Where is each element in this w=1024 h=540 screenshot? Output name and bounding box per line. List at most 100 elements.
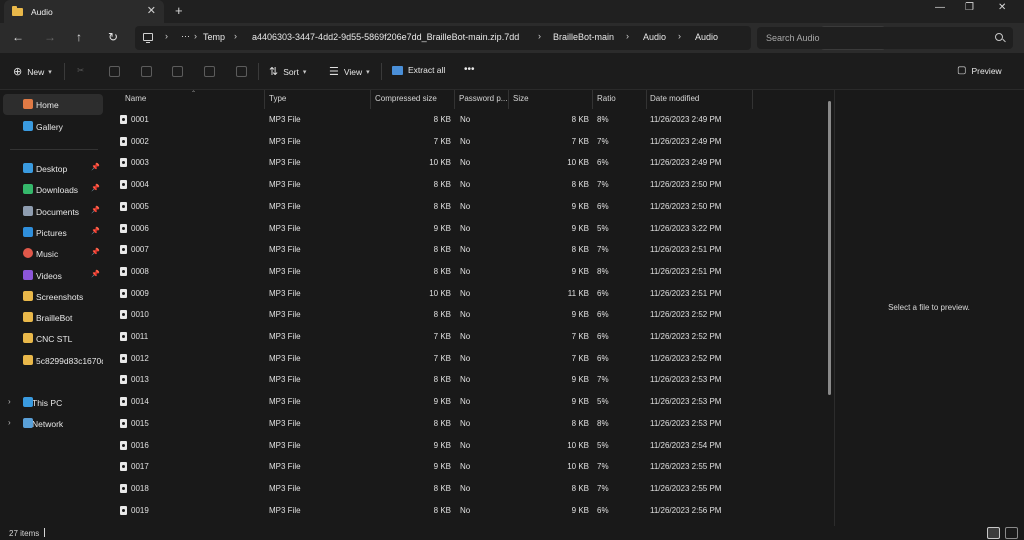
sidebar-item-home[interactable]: Home [3,94,103,115]
view-button[interactable]: ☰ View ▾ [329,65,370,78]
file-row[interactable]: 0014 MP3 File 9 KB No 9 KB 5% 11/26/2023 2:53 … [105,392,832,414]
pin-icon[interactable]: 📌 [91,163,100,171]
sidebar-item-pictures[interactable]: Pictures 📌 [3,222,103,243]
file-row[interactable]: 0013 MP3 File 8 KB No 9 KB 7% 11/26/2023 2:53 … [105,370,832,392]
new-button[interactable]: ⊕ New ▾ [13,65,52,78]
sidebar-item-videos[interactable]: Videos 📌 [3,265,103,286]
chevron-right-icon[interactable]: › [8,397,11,406]
sidebar-item-screenshots[interactable]: Screenshots [3,286,103,307]
file-password: No [460,245,471,255]
column-resize-handle[interactable] [508,90,509,109]
cut-icon[interactable]: ✂ [77,65,84,76]
pin-icon[interactable]: 📌 [91,248,100,256]
more-options-button[interactable]: ••• [464,64,475,75]
up-arrow-icon[interactable]: ↑ [76,30,82,44]
column-header-name[interactable]: Name [125,94,146,103]
sidebar-item-5c8299d83c1670d1[interactable]: 5c8299d83c1670d1 [3,350,103,371]
preview-pane: Select a file to preview. [834,90,1024,526]
search-icon[interactable] [995,33,1003,41]
file-row[interactable]: 0017 MP3 File 9 KB No 10 KB 7% 11/26/2023 2:55… [105,457,832,479]
chevron-right-icon[interactable]: › [8,418,11,427]
sidebar-item-braillebot[interactable]: BrailleBot [3,307,103,328]
sidebar-item-cnc-stl[interactable]: CNC STL [3,328,103,349]
sidebar-item-downloads[interactable]: Downloads 📌 [3,179,103,200]
column-resize-handle[interactable] [752,90,753,109]
column-resize-handle[interactable] [454,90,455,109]
preview-button[interactable]: ▢ Preview [957,65,1002,76]
file-row[interactable]: 0019 MP3 File 8 KB No 9 KB 6% 11/26/2023 2:56 … [105,501,832,523]
file-row[interactable]: 0015 MP3 File 8 KB No 8 KB 8% 11/26/2023 2:53 … [105,414,832,436]
file-row[interactable]: 0005 MP3 File 8 KB No 9 KB 6% 11/26/2023 2:50 … [105,197,832,219]
file-size: 9 KB [571,310,589,320]
file-row[interactable]: 0002 MP3 File 7 KB No 7 KB 7% 11/26/2023 2:49 … [105,132,832,154]
close-tab-icon[interactable]: ✕ [147,4,156,17]
file-date-modified: 11/26/2023 2:55 PM [650,462,722,472]
new-tab-button[interactable]: + [175,3,183,18]
search-input[interactable]: Search Audio [757,27,1013,49]
breadcrumb-temp[interactable]: Temp [203,32,225,42]
column-resize-handle[interactable] [264,90,265,109]
file-row[interactable]: 0009 MP3 File 10 KB No 11 KB 6% 11/26/2023 2:5… [105,284,832,306]
column-header-ratio[interactable]: Ratio [597,94,616,103]
details-view-icon[interactable] [987,527,1000,539]
column-resize-handle[interactable] [592,90,593,109]
file-row[interactable]: 0007 MP3 File 8 KB No 8 KB 7% 11/26/2023 2:51 … [105,240,832,262]
paste-icon[interactable] [141,66,152,77]
pin-icon[interactable]: 📌 [91,227,100,235]
vertical-scrollbar[interactable] [828,101,831,395]
tab-audio[interactable]: Audio ✕ [4,0,164,23]
file-row[interactable]: 0003 MP3 File 10 KB No 10 KB 6% 11/26/2023 2:4… [105,153,832,175]
file-row[interactable]: 0010 MP3 File 8 KB No 9 KB 6% 11/26/2023 2:52 … [105,305,832,327]
sidebar-item-network[interactable]: › Network [3,413,103,434]
breadcrumb[interactable]: › ··· › Temp › a4406303-3447-4dd2-9d55-5… [135,26,885,50]
column-resize-handle[interactable] [370,90,371,109]
column-header-size[interactable]: Size [513,94,529,103]
column-header-date-modified[interactable]: Date modified [650,94,699,103]
refresh-icon[interactable]: ↻ [108,30,118,44]
file-row[interactable]: 0011 MP3 File 7 KB No 7 KB 6% 11/26/2023 2:52 … [105,327,832,349]
audio-file-icon [120,462,127,472]
file-date-modified: 11/26/2023 2:50 PM [650,201,722,211]
column-resize-handle[interactable] [646,90,647,109]
delete-icon[interactable] [236,66,247,77]
column-header-compressed-size[interactable]: Compressed size [375,94,437,103]
breadcrumb-braillebot-main[interactable]: BrailleBot-main [553,32,614,42]
tiles-view-icon[interactable] [1005,527,1018,539]
share-icon[interactable] [204,66,215,77]
file-row[interactable]: 0012 MP3 File 7 KB No 7 KB 6% 11/26/2023 2:52 … [105,349,832,371]
pin-icon[interactable]: 📌 [91,270,100,278]
pin-icon[interactable]: 📌 [91,206,100,214]
file-compressed-size: 8 KB [433,483,451,493]
sidebar-item-documents[interactable]: Documents 📌 [3,201,103,222]
extract-all-button[interactable]: Extract all [392,65,445,75]
column-header-type[interactable]: Type [269,94,286,103]
sidebar-item-desktop[interactable]: Desktop 📌 [3,158,103,179]
file-row[interactable]: 0004 MP3 File 8 KB No 8 KB 7% 11/26/2023 2:50 … [105,175,832,197]
maximize-button[interactable]: ❐ [965,2,974,13]
breadcrumb-audio[interactable]: Audio [643,32,666,42]
forward-arrow-icon[interactable]: → [44,30,56,44]
sidebar-item-this-pc[interactable]: › This PC [3,392,103,413]
breadcrumb-audio-current[interactable]: Audio [695,32,718,42]
column-header-password[interactable]: Password p... [459,94,507,103]
file-row[interactable]: 0001 MP3 File 8 KB No 8 KB 8% 11/26/2023 2:49 … [105,110,832,132]
sidebar-item-gallery[interactable]: Gallery [3,116,103,137]
rename-icon[interactable] [172,66,183,77]
pin-icon[interactable]: 📌 [91,184,100,192]
close-window-button[interactable]: ✕ [998,2,1006,13]
breadcrumb-zip[interactable]: a4406303-3447-4dd2-9d55-5869f206e7dd_Bra… [252,32,519,42]
copy-icon[interactable] [109,66,120,77]
file-password: No [460,418,471,428]
breadcrumb-more[interactable]: ··· [181,31,190,41]
file-row[interactable]: 0008 MP3 File 8 KB No 9 KB 8% 11/26/2023 2:51 … [105,262,832,284]
file-date-modified: 11/26/2023 2:56 PM [650,505,722,515]
sidebar-item-music[interactable]: Music 📌 [3,243,103,264]
back-arrow-icon[interactable]: ← [12,30,24,44]
file-name: 0016 [131,440,149,450]
chevron-right-icon: › [165,31,168,41]
sort-button[interactable]: ⇅ Sort ▾ [269,65,306,78]
file-row[interactable]: 0006 MP3 File 9 KB No 9 KB 5% 11/26/2023 3:22 … [105,219,832,241]
file-row[interactable]: 0016 MP3 File 9 KB No 10 KB 5% 11/26/2023 2:54… [105,436,832,458]
file-row[interactable]: 0018 MP3 File 8 KB No 8 KB 7% 11/26/2023 2:55 … [105,479,832,501]
minimize-button[interactable]: — [935,2,945,13]
